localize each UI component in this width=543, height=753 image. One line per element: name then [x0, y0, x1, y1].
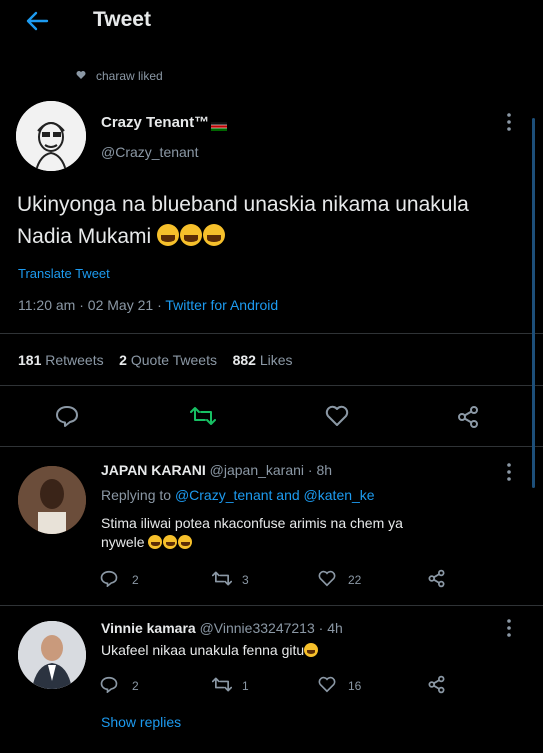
retweet-count: 3: [242, 573, 249, 587]
reply-author-handle[interactable]: @Vinnie33247213: [200, 620, 315, 636]
retweet-icon[interactable]: [212, 676, 232, 693]
tweet-date: 02 May 21: [87, 297, 154, 313]
more-vertical-icon[interactable]: [506, 618, 512, 643]
tears-of-joy-emoji-icon: [304, 643, 319, 657]
reply-header: Vinnie kamara @Vinnie33247213 · 4h: [101, 620, 343, 636]
social-context: charaw liked: [76, 69, 163, 83]
divider: [0, 605, 543, 606]
like-count: 16: [348, 679, 362, 693]
reply-text-line: nywele: [101, 534, 145, 550]
crying-emoji-icon: [163, 535, 178, 549]
reply-icon[interactable]: [100, 676, 118, 693]
like-count: 22: [348, 573, 362, 587]
tweet-source-link[interactable]: Twitter for Android: [165, 297, 278, 313]
reply-text: Ukafeel nikaa unakula fenna gitu: [101, 641, 319, 660]
tweet-body: Ukinyonga na blueband unaskia nikama una…: [17, 189, 497, 253]
scrollbar[interactable]: [532, 118, 535, 488]
like-icon[interactable]: [318, 570, 336, 587]
author-avatar[interactable]: [16, 101, 86, 171]
replying-to-prefix: Replying to: [101, 487, 172, 503]
crying-emoji-icon: [148, 535, 163, 549]
more-vertical-icon[interactable]: [506, 112, 512, 137]
like-icon[interactable]: [318, 676, 336, 693]
share-icon[interactable]: [427, 569, 446, 588]
crying-emoji-icon: [178, 535, 193, 549]
quote-tweets-stat[interactable]: 2 Quote Tweets: [119, 352, 217, 368]
translate-tweet-link[interactable]: Translate Tweet: [18, 266, 110, 281]
header-bar: Tweet: [0, 0, 543, 44]
tweet-meta: 11:20 am · 02 May 21 · Twitter for Andro…: [18, 297, 278, 313]
retweet-icon[interactable]: [212, 570, 232, 587]
replying-to-users-link[interactable]: @Crazy_tenant and @katen_ke: [175, 487, 375, 503]
reply-count: 2: [132, 573, 139, 587]
retweets-stat[interactable]: 181 Retweets: [18, 352, 104, 368]
more-vertical-icon[interactable]: [506, 462, 512, 487]
reply-text: Stima iliwai potea nkaconfuse arimis na …: [101, 514, 501, 552]
divider: [0, 446, 543, 447]
reply-avatar-japan-karani[interactable]: [18, 466, 86, 534]
show-replies-link[interactable]: Show replies: [101, 714, 181, 730]
page-title: Tweet: [93, 8, 151, 31]
like-icon[interactable]: [325, 405, 349, 427]
reply-header: JAPAN KARANI @japan_karani · 8h: [101, 462, 332, 478]
reply-text-line: Ukafeel nikaa unakula fenna gitu: [101, 642, 305, 658]
reply-icon[interactable]: [55, 405, 79, 427]
replying-to: Replying to @Crazy_tenant and @katen_ke: [101, 487, 375, 503]
reply-icon[interactable]: [100, 570, 118, 587]
tweet-stats: 181 Retweets 2 Quote Tweets 882 Likes: [18, 352, 293, 368]
reply-text-line: Stima iliwai potea nkaconfuse arimis na …: [101, 515, 403, 531]
retweet-count: 1: [242, 679, 249, 693]
social-context-text: charaw liked: [96, 69, 163, 83]
tweet-time: 11:20 am: [18, 297, 76, 313]
likes-stat[interactable]: 882 Likes: [233, 352, 293, 368]
reply-count: 2: [132, 679, 139, 693]
kenya-flag-icon: [211, 118, 228, 131]
author-name: Crazy Tenant™: [101, 114, 210, 131]
heart-small-icon: [76, 69, 86, 83]
share-icon[interactable]: [456, 405, 480, 429]
reply-author-name[interactable]: Vinnie kamara: [101, 620, 196, 636]
separator-dot: ·: [318, 620, 328, 636]
reply-author-handle[interactable]: @japan_karani: [210, 462, 304, 478]
tears-of-joy-emoji-icon: [203, 224, 226, 246]
reply-time: 8h: [316, 462, 333, 478]
share-icon[interactable]: [427, 675, 446, 694]
back-arrow-icon[interactable]: [24, 10, 50, 32]
reply-text-line-row: nywele: [101, 533, 501, 552]
tears-of-joy-emoji-icon: [157, 224, 180, 246]
reply-avatar-vinnie-kamara[interactable]: [18, 621, 86, 689]
divider: [0, 385, 543, 386]
reply-author-name[interactable]: JAPAN KARANI: [101, 462, 206, 478]
author-handle[interactable]: @Crazy_tenant: [101, 144, 198, 160]
tweet-text: Ukinyonga na blueband unaskia nikama una…: [17, 193, 469, 248]
tears-of-joy-emoji-icon: [180, 224, 203, 246]
reply-time: 4h: [327, 620, 343, 636]
divider: [0, 333, 543, 334]
separator-dot: ·: [79, 297, 88, 313]
author-name-row[interactable]: Crazy Tenant™: [101, 114, 228, 131]
retweet-icon[interactable]: [190, 405, 216, 427]
